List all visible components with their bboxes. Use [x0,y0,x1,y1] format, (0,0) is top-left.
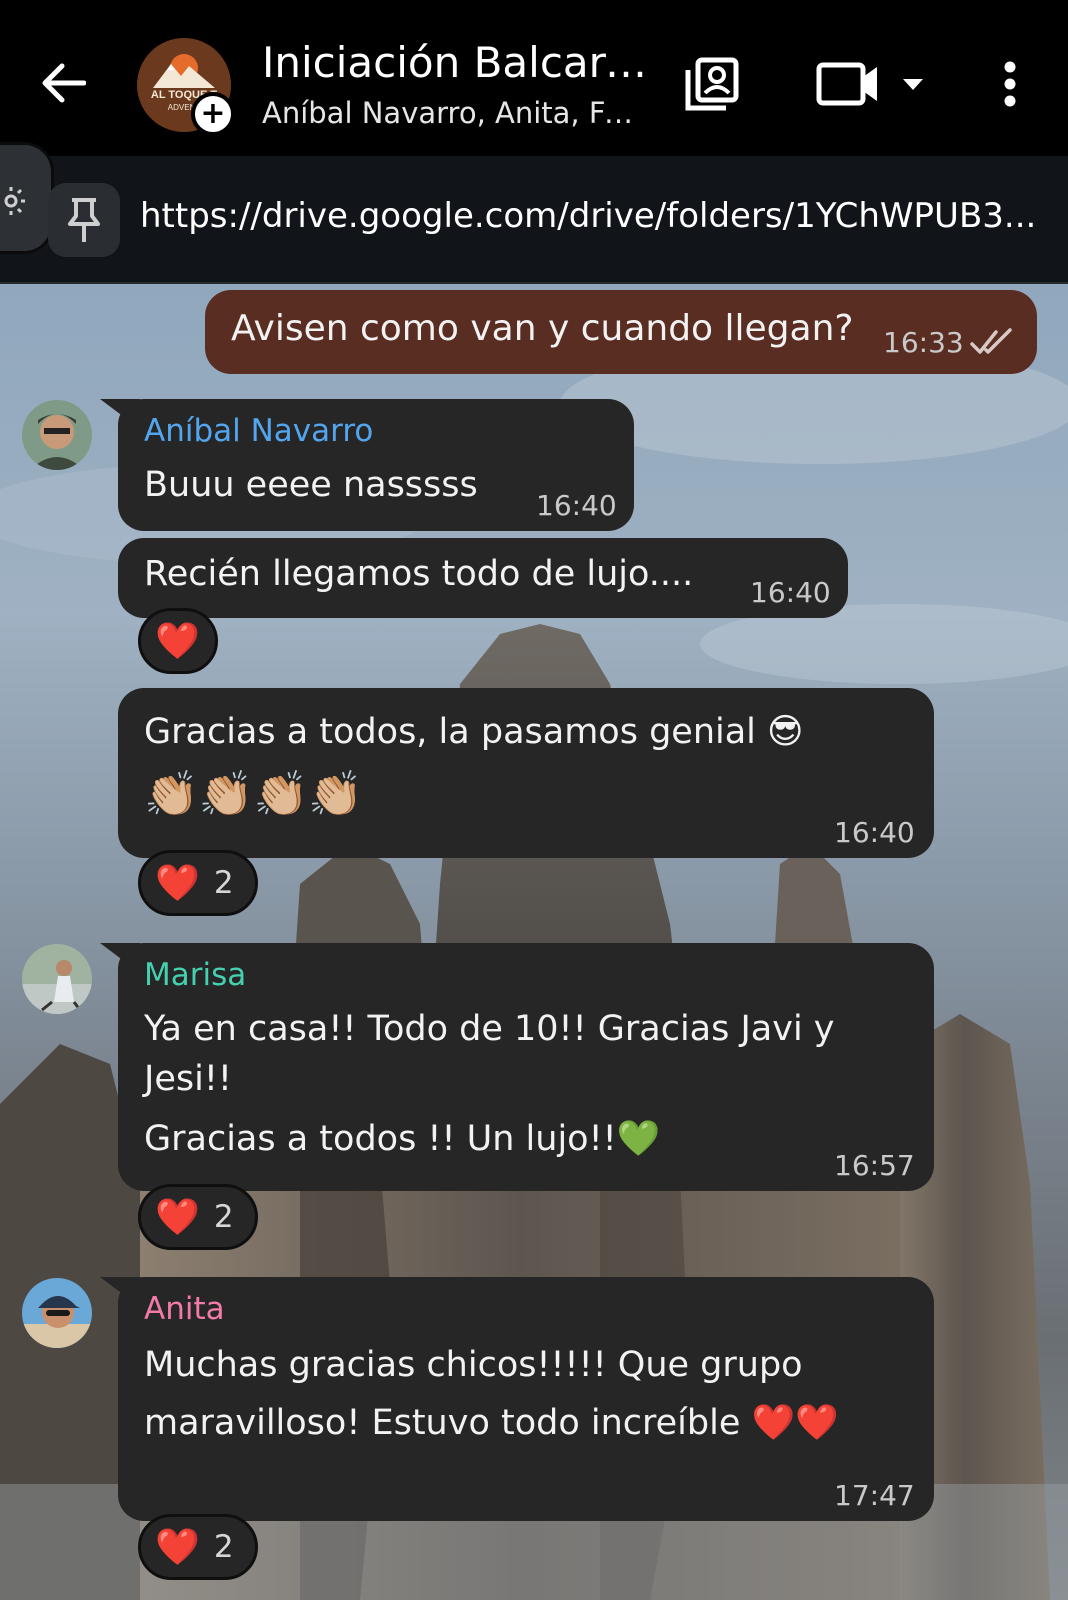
bubble-tail [100,399,140,429]
sender-name[interactable]: Anita [144,1291,225,1327]
sparkle-icon [4,187,25,215]
heart-reaction-icon: ❤️ [155,621,200,662]
outgoing-message-bubble[interactable]: Avisen como van y cuando llegan? 16:33 [205,290,1037,374]
message-text-line: Gracias a todos !! Un lujo!!💚 [144,1119,661,1159]
back-arrow-icon [42,63,86,103]
contact-card-button[interactable] [678,52,746,116]
message-text: Avisen como van y cuando llegan? [231,308,854,349]
video-call-button[interactable] [810,52,930,116]
sender-name[interactable]: Marisa [144,957,246,993]
reaction-badge[interactable]: ❤️ 2 [138,1184,258,1250]
avatar-marisa[interactable] [22,944,92,1014]
reaction-badge[interactable]: ❤️ 2 [138,1514,258,1580]
heart-reaction-icon: ❤️ [155,1197,200,1238]
incoming-message-bubble[interactable]: Anita Muchas gracias chicos!!!!! Que gru… [118,1277,934,1521]
sender-name[interactable]: Aníbal Navarro [144,413,373,449]
reaction-badge[interactable]: ❤️ [138,608,218,674]
message-text-line: Ya en casa!! Todo de 10!! Gracias Javi y [144,1009,835,1049]
contact-card-icon [685,57,739,111]
read-receipt-icon [970,328,1012,354]
bubble-tail [100,943,140,973]
message-time: 16:57 [834,1149,915,1182]
heart-reaction-icon: ❤️ [155,863,200,904]
chat-participants[interactable]: Aníbal Navarro, Anita, Fe... [262,96,647,130]
more-vertical-icon [1004,61,1016,107]
more-options-button[interactable] [990,52,1030,116]
avatar-anibal-navarro[interactable] [22,400,92,470]
pinned-link-text[interactable]: https://drive.google.com/drive/folders/1… [140,196,1045,236]
back-button[interactable] [30,50,96,116]
incoming-message-bubble[interactable]: Recién llegamos todo de lujo.... 16:40 [118,538,848,618]
incoming-message-bubble[interactable]: Gracias a todos, la pasamos genial 😎 👏🏼👏… [118,688,934,858]
message-time: 16:33 [883,326,964,359]
pin-icon [68,198,100,242]
incoming-message-bubble[interactable]: Marisa Ya en casa!! Todo de 10!! Gracias… [118,943,934,1191]
message-time: 16:40 [834,816,915,849]
message-time: 16:40 [750,576,831,609]
message-text-line: Muchas gracias chicos!!!!! Que grupo [144,1345,803,1385]
pin-button[interactable] [48,183,120,257]
reaction-count: 2 [213,865,234,901]
add-participant-icon[interactable]: + [191,92,235,136]
message-text-line: 👏🏼👏🏼👏🏼👏🏼 [144,769,364,820]
message-time: 16:40 [536,489,617,522]
video-camera-icon [816,62,923,106]
reaction-count: 2 [213,1199,234,1235]
message-text-line: Gracias a todos, la pasamos genial 😎 [144,712,804,752]
message-text: Buuu eeee nasssss [144,465,478,505]
message-text: Recién llegamos todo de lujo.... [144,554,694,594]
message-time: 17:47 [834,1479,915,1512]
reaction-count: 2 [213,1529,234,1565]
incoming-message-bubble[interactable]: Aníbal Navarro Buuu eeee nasssss 16:40 [118,399,634,531]
message-text-line: maravilloso! Estuvo todo increíble ❤️❤️ [144,1403,839,1443]
message-text-line: Jesi!! [144,1059,232,1099]
avatar-anita[interactable] [22,1278,92,1348]
chat-title[interactable]: Iniciación Balcarc... [262,38,647,87]
pinned-side-tab[interactable] [0,142,54,254]
reaction-badge[interactable]: ❤️ 2 [138,850,258,916]
heart-reaction-icon: ❤️ [155,1527,200,1568]
bubble-tail [100,1277,140,1307]
chat-header: AL TOQUE T ADVENT + Iniciación Balcarc..… [0,0,1068,156]
